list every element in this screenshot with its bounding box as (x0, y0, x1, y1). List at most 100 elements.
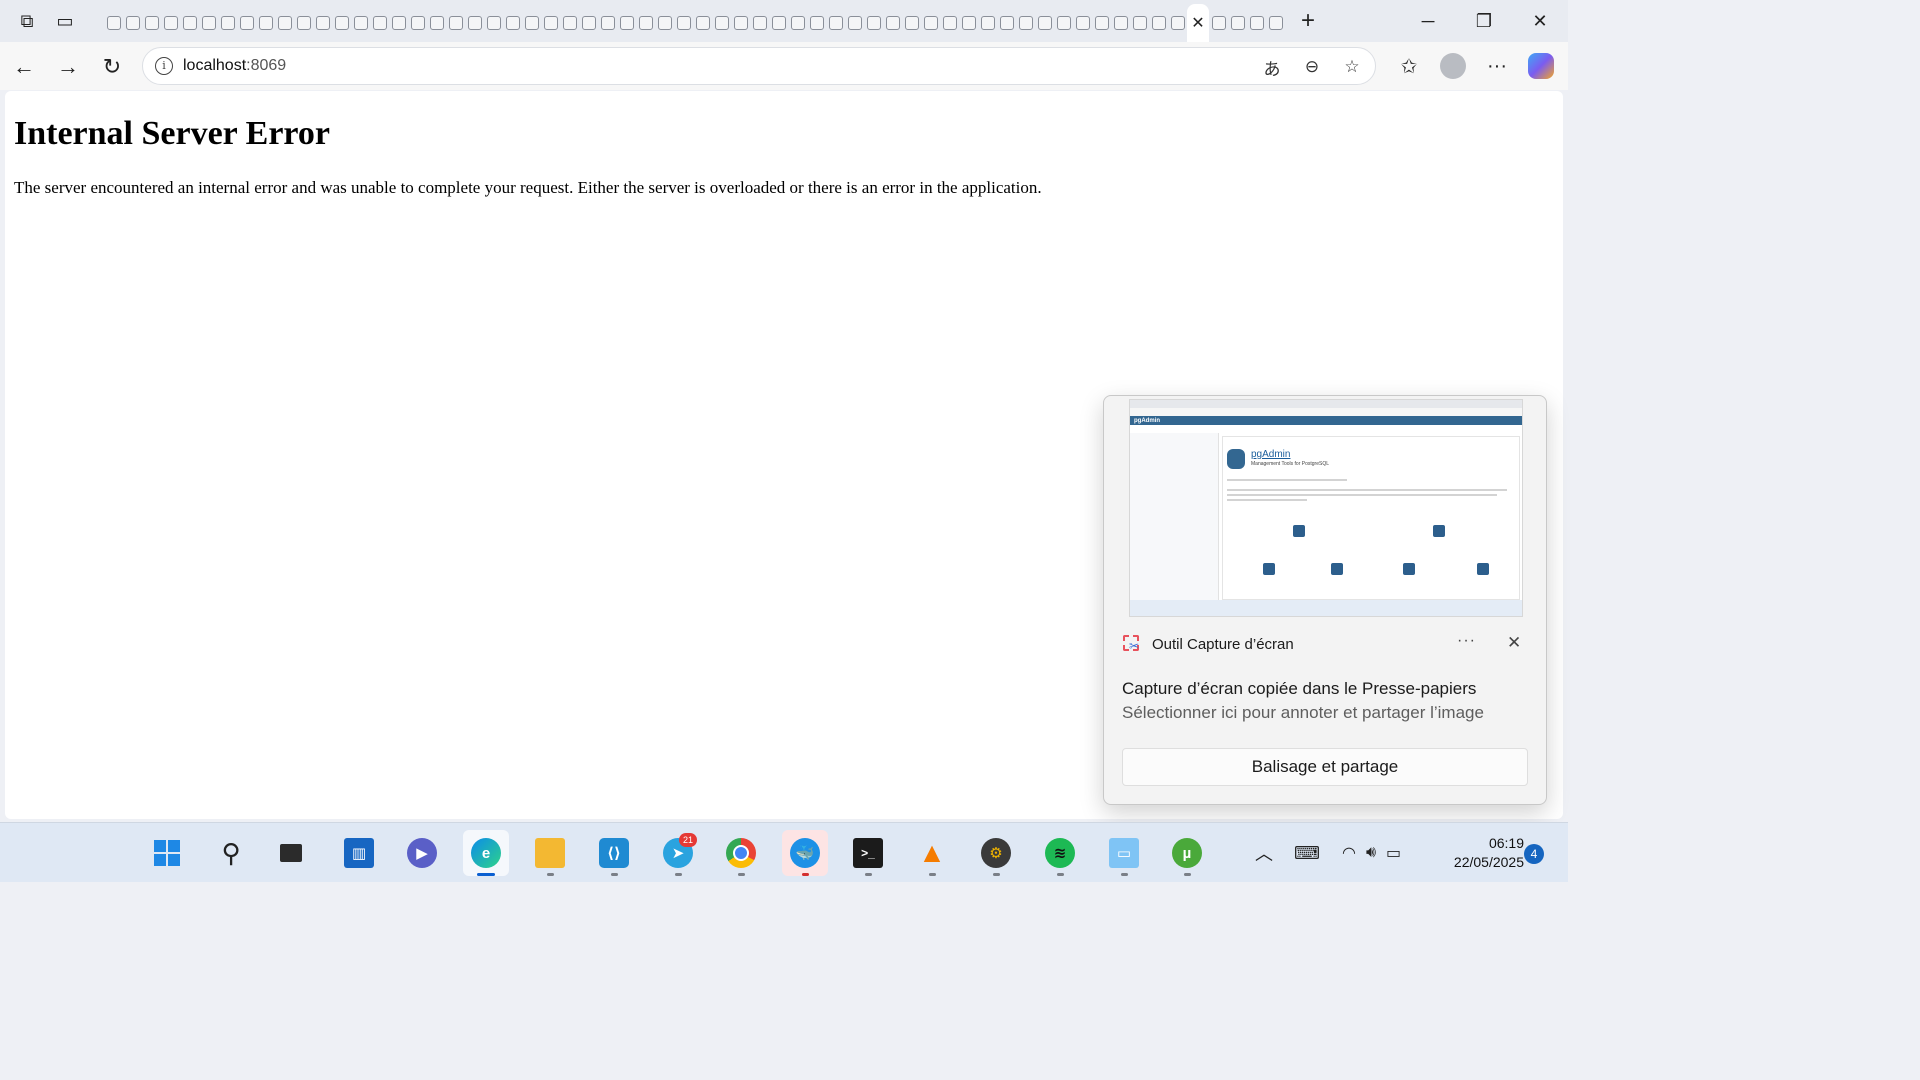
tab[interactable] (940, 4, 959, 42)
tab[interactable] (1266, 4, 1285, 42)
tab[interactable] (522, 4, 541, 42)
tab[interactable] (370, 4, 389, 42)
tab[interactable] (978, 4, 997, 42)
tab[interactable] (1228, 4, 1247, 42)
profile-avatar[interactable] (1440, 53, 1466, 79)
tab[interactable] (123, 4, 142, 42)
tab[interactable] (655, 4, 674, 42)
tab[interactable] (712, 4, 731, 42)
tab[interactable] (446, 4, 465, 42)
tab[interactable] (845, 4, 864, 42)
tab[interactable] (1054, 4, 1073, 42)
taskbar-app-utorrent[interactable]: µ (1164, 830, 1210, 876)
tab[interactable] (750, 4, 769, 42)
tab[interactable] (826, 4, 845, 42)
tab[interactable] (1168, 4, 1187, 42)
tab[interactable] (902, 4, 921, 42)
show-hidden-icons-chevron-icon[interactable]: ︿ (1252, 840, 1276, 866)
tab[interactable] (636, 4, 655, 42)
tab[interactable] (541, 4, 560, 42)
tab[interactable] (237, 4, 256, 42)
address-bar[interactable]: i localhost:8069 あ ⊖ ☆ (142, 47, 1376, 85)
taskbar-app-spotify[interactable]: ≋ (1037, 830, 1083, 876)
tab[interactable] (959, 4, 978, 42)
tab[interactable] (788, 4, 807, 42)
clock[interactable]: 06:19 22/05/2025 (1432, 835, 1524, 870)
tab[interactable] (807, 4, 826, 42)
taskbar-app-edge[interactable]: e (463, 830, 509, 876)
tab[interactable] (161, 4, 180, 42)
tab[interactable] (1130, 4, 1149, 42)
favorites-icon[interactable]: ✩ (1387, 48, 1431, 84)
vertical-tabs-icon[interactable]: ▭ (48, 4, 82, 38)
tab[interactable] (560, 4, 579, 42)
restore-icon[interactable]: ❐ (1456, 0, 1512, 42)
read-aloud-icon[interactable]: あ (1259, 54, 1285, 80)
widgets-button[interactable]: ▥ (336, 830, 382, 876)
tab[interactable] (351, 4, 370, 42)
markup-and-share-button[interactable]: Balisage et partage (1122, 748, 1528, 786)
tab[interactable] (294, 4, 313, 42)
taskbar-app-vlc[interactable]: ▲ (909, 830, 955, 876)
tab[interactable] (1035, 4, 1054, 42)
tab[interactable] (503, 4, 522, 42)
notification-count-badge[interactable]: 4 (1524, 844, 1544, 864)
tab[interactable] (921, 4, 940, 42)
keyboard-icon[interactable]: ⌨ (1294, 843, 1320, 864)
screenshot-thumbnail[interactable]: pgAdmin pgAdmin Management Tools for Pos… (1129, 399, 1523, 617)
close-tab-icon[interactable]: ✕ (1191, 13, 1204, 33)
search-button[interactable]: ⚲ (208, 830, 254, 876)
tab[interactable] (1073, 4, 1092, 42)
tab[interactable] (484, 4, 503, 42)
tab[interactable] (1016, 4, 1035, 42)
tab[interactable] (864, 4, 883, 42)
tab[interactable] (142, 4, 161, 42)
new-tab-button[interactable]: + (1291, 7, 1325, 35)
task-view-button[interactable] (268, 830, 314, 876)
battery-icon[interactable]: ▭ (1386, 843, 1401, 863)
url-text[interactable]: localhost:8069 (183, 57, 286, 75)
tab[interactable] (1209, 4, 1228, 42)
tab[interactable] (199, 4, 218, 42)
tab[interactable] (674, 4, 693, 42)
tab-active[interactable]: ✕ (1187, 4, 1209, 42)
taskbar-app-layers[interactable]: ▭ (1101, 830, 1147, 876)
tab[interactable] (1111, 4, 1130, 42)
close-window-icon[interactable]: ✕ (1512, 0, 1568, 42)
zoom-out-icon[interactable]: ⊖ (1299, 54, 1325, 80)
tab[interactable] (997, 4, 1016, 42)
taskbar-app-vscode[interactable]: ⟨⟩ (591, 830, 637, 876)
minimize-icon[interactable]: ─ (1400, 0, 1456, 42)
tab[interactable] (1092, 4, 1111, 42)
tab[interactable] (332, 4, 351, 42)
taskbar-app-chrome[interactable] (718, 830, 764, 876)
volume-icon[interactable]: 🔊︎ (1366, 844, 1376, 862)
taskbar-app-teams[interactable]: ▶ (399, 830, 445, 876)
forward-icon[interactable]: → (51, 50, 85, 84)
refresh-icon[interactable]: ↻ (95, 50, 129, 84)
tab[interactable] (1149, 4, 1168, 42)
tab[interactable] (731, 4, 750, 42)
tab[interactable] (427, 4, 446, 42)
tab[interactable] (389, 4, 408, 42)
tab[interactable] (617, 4, 636, 42)
taskbar-app-terminal[interactable]: >_ (845, 830, 891, 876)
tab[interactable] (180, 4, 199, 42)
tab[interactable] (218, 4, 237, 42)
workspaces-icon[interactable]: ⧉ (10, 4, 44, 38)
settings-more-icon[interactable]: ··· (1475, 48, 1519, 84)
tab[interactable] (769, 4, 788, 42)
snipping-tool-notification[interactable]: pgAdmin pgAdmin Management Tools for Pos… (1103, 395, 1547, 805)
taskbar-app-docker[interactable]: 🐳 (782, 830, 828, 876)
tab[interactable] (693, 4, 712, 42)
tab[interactable] (465, 4, 484, 42)
tab[interactable] (1247, 4, 1266, 42)
favorite-star-icon[interactable]: ☆ (1339, 54, 1365, 80)
site-info-icon[interactable]: i (155, 57, 173, 75)
tab[interactable] (579, 4, 598, 42)
tab[interactable] (408, 4, 427, 42)
taskbar-app-telegram[interactable]: ➤ 21 (655, 830, 701, 876)
start-button[interactable] (144, 830, 190, 876)
tab[interactable] (275, 4, 294, 42)
taskbar-app-gear-tool[interactable]: ⚙ (973, 830, 1019, 876)
